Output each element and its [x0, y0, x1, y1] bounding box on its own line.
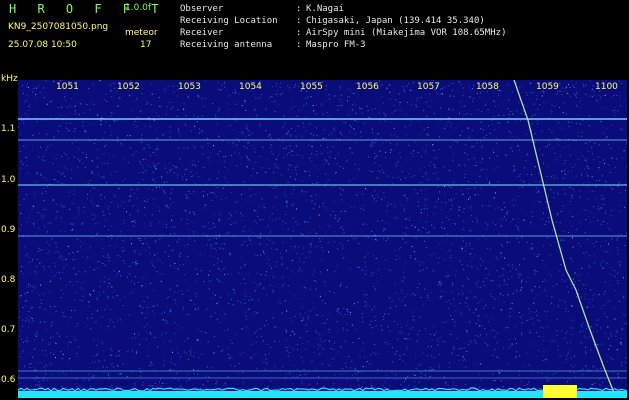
x-tick-1055: 1055 — [300, 82, 323, 92]
antenna-colon: : — [296, 40, 302, 50]
x-tick-1054: 1054 — [239, 82, 262, 92]
observer-value: K.Nagai — [306, 4, 344, 14]
x-tick-1058: 1058 — [476, 82, 499, 92]
location-colon: : — [296, 16, 302, 26]
x-tick-1100: 1100 — [595, 82, 618, 92]
timestamp-label: 25.07.08 10:50 — [8, 40, 77, 50]
baseline-strip — [18, 391, 627, 398]
x-tick-1057: 1057 — [417, 82, 440, 92]
filename-label: KN9_2507081050.png — [8, 22, 109, 32]
x-tick-1056: 1056 — [356, 82, 379, 92]
y-tick-1.1: 1.1 — [1, 124, 16, 134]
meteor-burst — [543, 385, 577, 398]
meteor-count: 17 — [140, 40, 152, 50]
location-label: Receiving Location — [180, 16, 278, 26]
observer-label: Observer — [180, 4, 224, 14]
x-tick-1051: 1051 — [56, 82, 79, 92]
spectrogram-svg — [18, 80, 627, 398]
x-tick-1059: 1059 — [536, 82, 559, 92]
plot-background — [18, 80, 627, 398]
y-tick-1.0: 1.0 — [1, 175, 16, 185]
meteor-label: meteor — [125, 28, 158, 38]
x-tick-1053: 1053 — [178, 82, 201, 92]
location-value: Chigasaki, Japan (139.414 35.340) — [306, 16, 485, 26]
spectrogram-screen: H R O F F T 1.0.0f KN9_2507081050.png me… — [0, 0, 629, 400]
y-tick-0.6: 0.6 — [1, 375, 16, 385]
antenna-value: Maspro FM-3 — [306, 40, 366, 50]
receiver-label: Receiver — [180, 28, 224, 38]
y-axis-unit: kHz — [1, 74, 18, 84]
observer-colon: : — [296, 4, 302, 14]
y-tick-0.7: 0.7 — [1, 325, 16, 335]
antenna-label: Receiving antenna — [180, 40, 273, 50]
spectrogram-plot — [18, 80, 627, 398]
x-tick-1052: 1052 — [117, 82, 140, 92]
receiver-value: AirSpy mini (Miakejima VOR 108.65MHz) — [306, 28, 507, 38]
version-label: 1.0.0f — [125, 3, 152, 13]
y-tick-0.8: 0.8 — [1, 275, 16, 285]
y-tick-0.9: 0.9 — [1, 225, 16, 235]
receiver-colon: : — [296, 28, 302, 38]
